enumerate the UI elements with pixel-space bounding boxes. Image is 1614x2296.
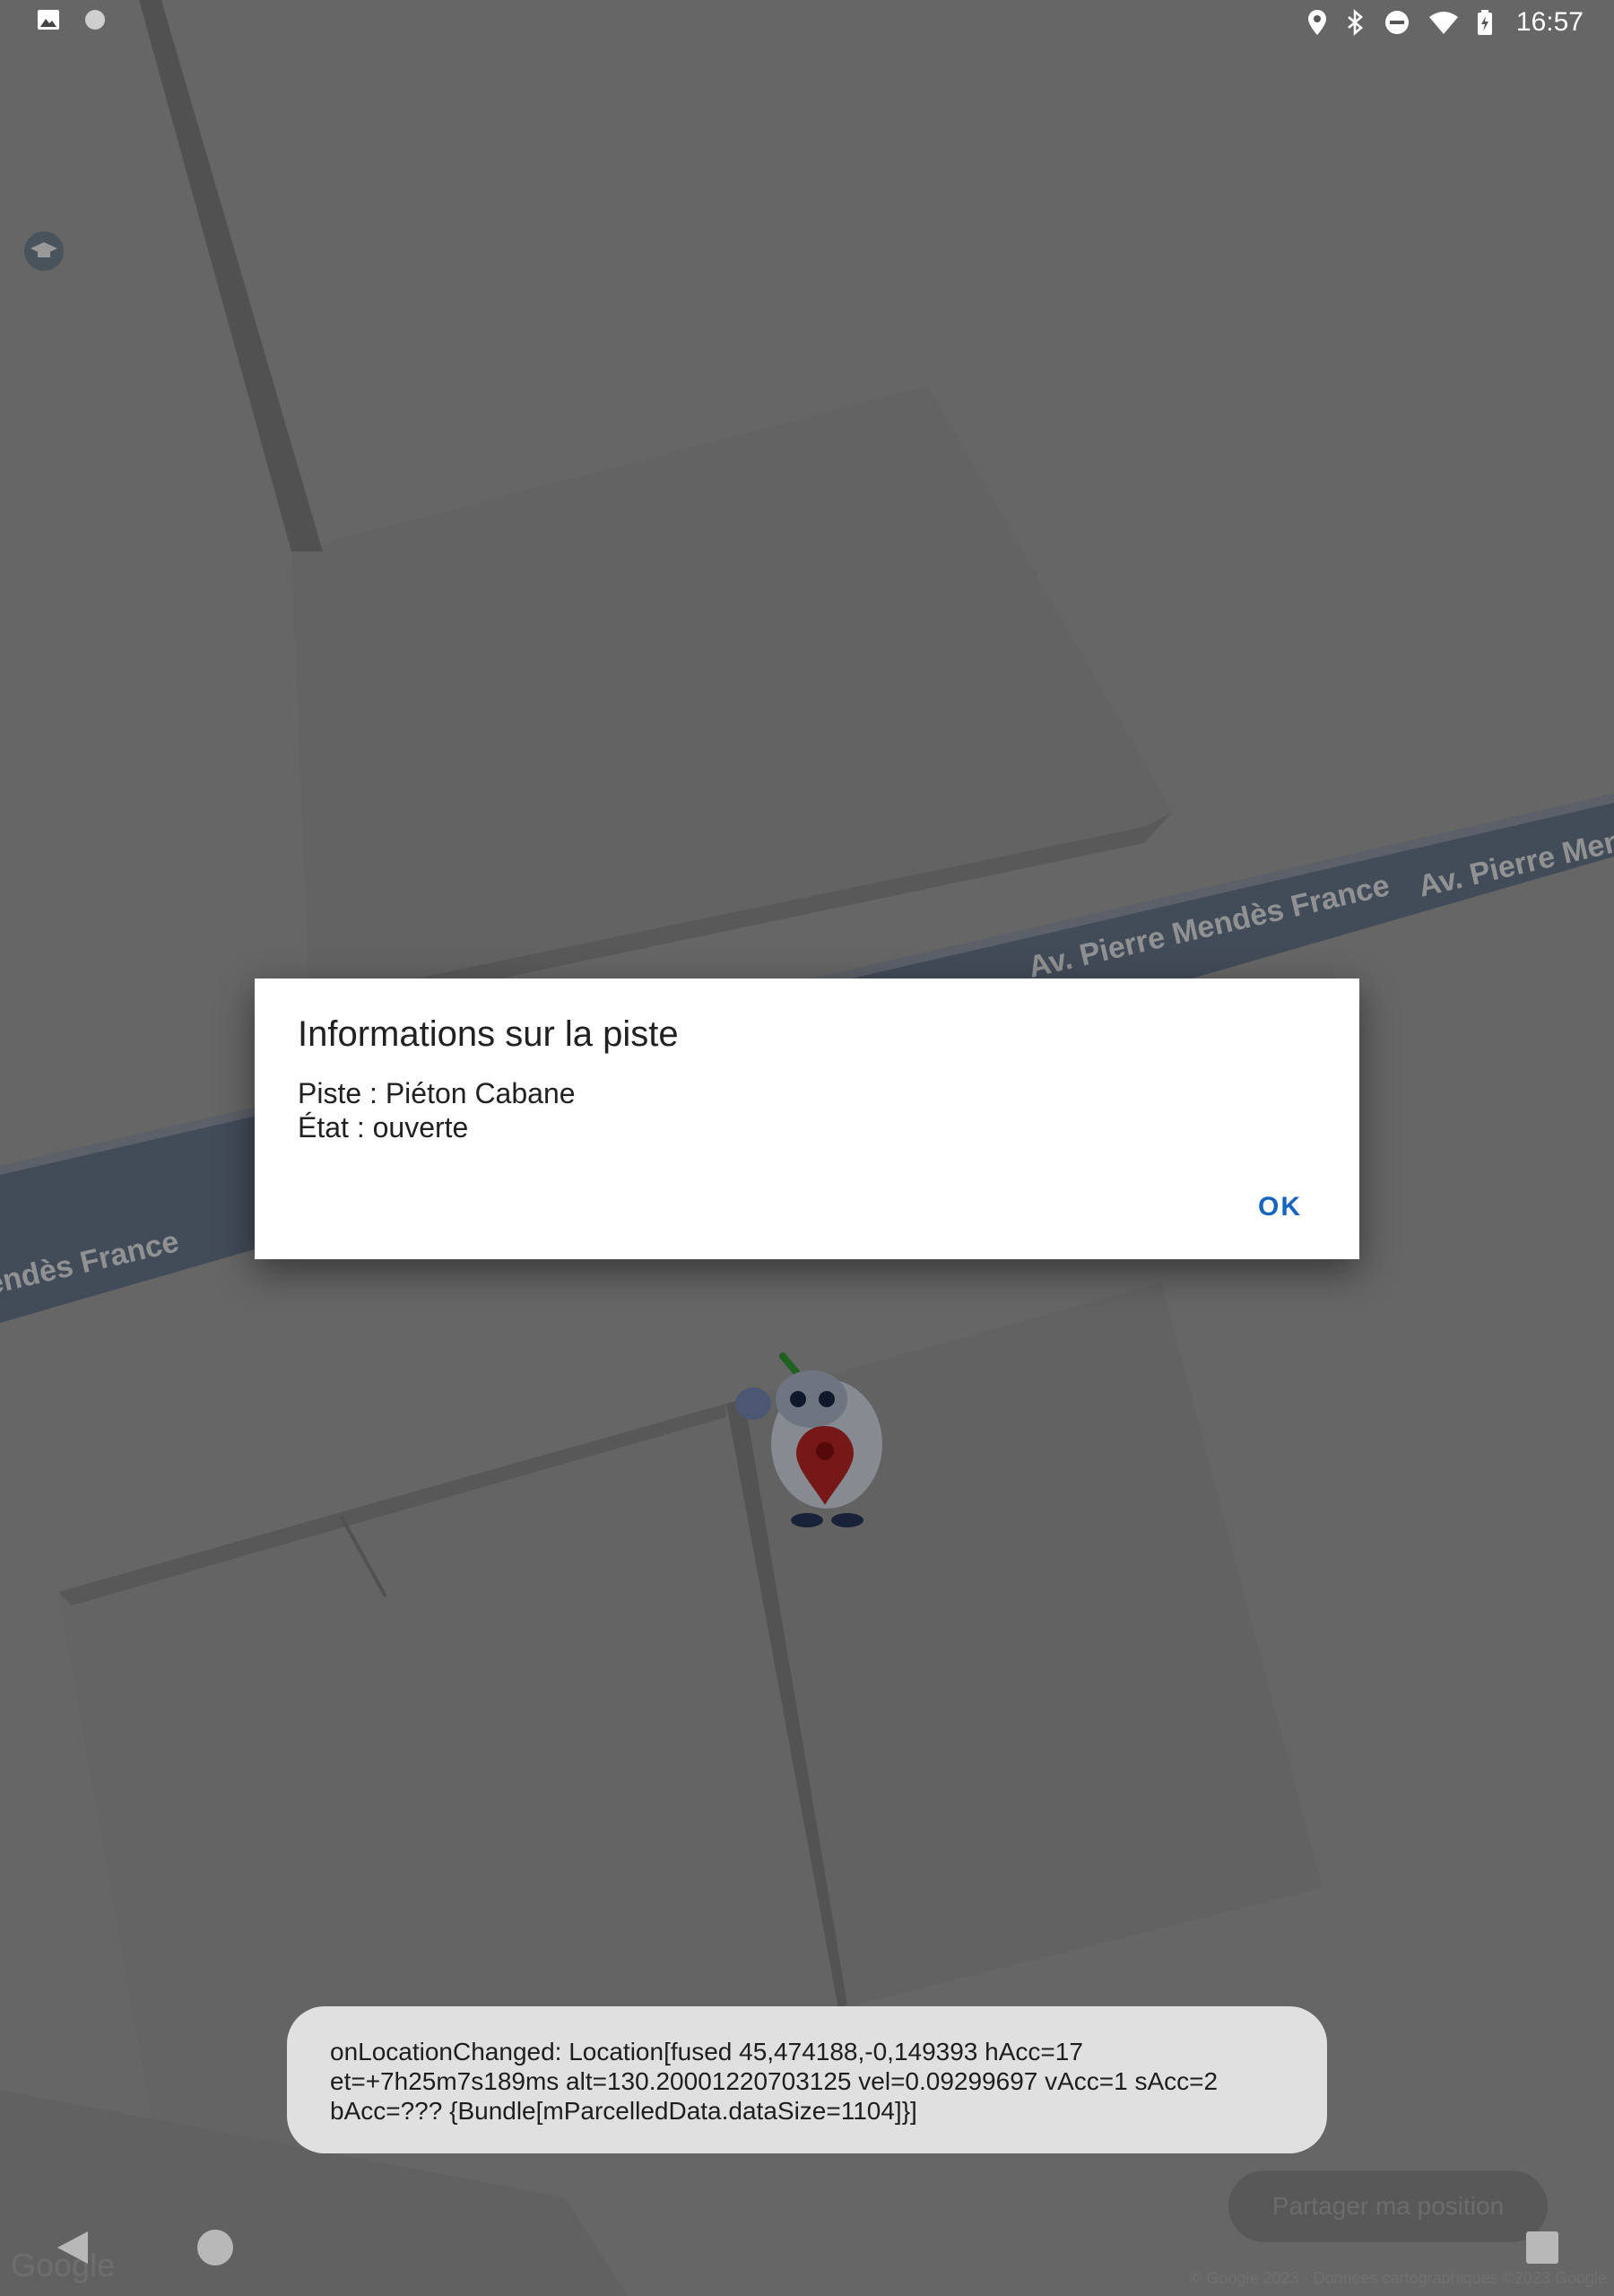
home-icon[interactable] <box>190 2222 240 2273</box>
back-icon[interactable] <box>47 2222 97 2273</box>
circle-icon <box>85 10 105 30</box>
bluetooth-icon <box>1348 9 1363 36</box>
ok-button[interactable]: OK <box>1258 1192 1302 1222</box>
dialog-etat-text: État : ouverte <box>298 1111 469 1144</box>
recents-icon[interactable] <box>1517 2222 1567 2273</box>
track-info-dialog: Informations sur la piste Piste : Piéton… <box>255 978 1359 1259</box>
location-icon <box>1307 10 1326 35</box>
battery-charging-icon <box>1477 10 1492 35</box>
dialog-title: Informations sur la piste <box>298 1014 679 1054</box>
wifi-icon <box>1428 12 1458 34</box>
status-bar: 16:57 <box>0 0 1614 43</box>
do-not-disturb-icon <box>1384 11 1409 34</box>
image-icon <box>38 10 59 30</box>
dialog-piste-text: Piste : Piéton Cabane <box>298 1077 576 1109</box>
location-toast: onLocationChanged: Location[fused 45,474… <box>287 2006 1327 2153</box>
navigation-bar <box>0 2197 1614 2296</box>
status-time: 16:57 <box>1515 7 1584 37</box>
